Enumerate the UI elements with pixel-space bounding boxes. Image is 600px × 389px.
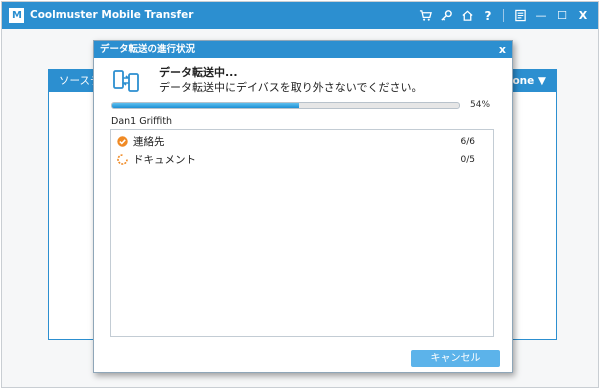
list-item-count: 6/6: [460, 137, 475, 147]
transfer-progress-dialog: データ転送の進行状況 x データ転送中... データ転送中にデイバスを取り外さな…: [93, 40, 513, 373]
list-item-label: ドキュメント: [133, 154, 196, 166]
status-message: データ転送中にデイバスを取り外さないでください。: [159, 81, 423, 94]
feedback-icon[interactable]: [511, 7, 529, 24]
title-bar-controls: ? — ☐ X: [413, 7, 592, 24]
dialog-close-button[interactable]: x: [499, 42, 506, 57]
maximize-icon[interactable]: ☐: [553, 7, 571, 24]
list-item: 連絡先 6/6: [111, 133, 493, 151]
device-name: Dan1 Griffith: [111, 116, 173, 127]
dialog-header: データ転送の進行状況 x: [94, 41, 512, 58]
list-item-label: 連絡先: [133, 136, 165, 148]
list-item: ドキュメント 0/5: [111, 151, 493, 169]
spinner-icon: [117, 154, 128, 165]
app-logo-icon: M: [9, 8, 24, 23]
key-icon[interactable]: [437, 7, 455, 24]
dialog-title: データ転送の進行状況: [100, 44, 196, 55]
progress-bar-fill: [112, 103, 300, 108]
cancel-button[interactable]: キャンセル: [411, 350, 500, 367]
progress-percent: 54%: [470, 100, 491, 110]
device-selector[interactable]: one ▼: [512, 74, 546, 88]
check-circle-icon: [117, 136, 128, 147]
app-title: Coolmuster Mobile Transfer: [30, 9, 194, 21]
minimize-icon[interactable]: —: [532, 7, 550, 24]
toolbar-divider: [503, 9, 504, 22]
cart-icon[interactable]: [416, 7, 434, 24]
phone-transfer-icon: [113, 68, 139, 94]
progress-bar: [111, 102, 460, 109]
title-bar: M Coolmuster Mobile Transfer ? — ☐ X: [2, 2, 598, 29]
help-icon[interactable]: ?: [479, 7, 497, 24]
list-item-count: 0/5: [460, 155, 475, 165]
transfer-item-list: 連絡先 6/6 ドキュメント 0/5: [110, 129, 494, 337]
home-icon[interactable]: [458, 7, 476, 24]
close-icon[interactable]: X: [574, 7, 592, 24]
status-title: データ転送中...: [159, 66, 238, 79]
